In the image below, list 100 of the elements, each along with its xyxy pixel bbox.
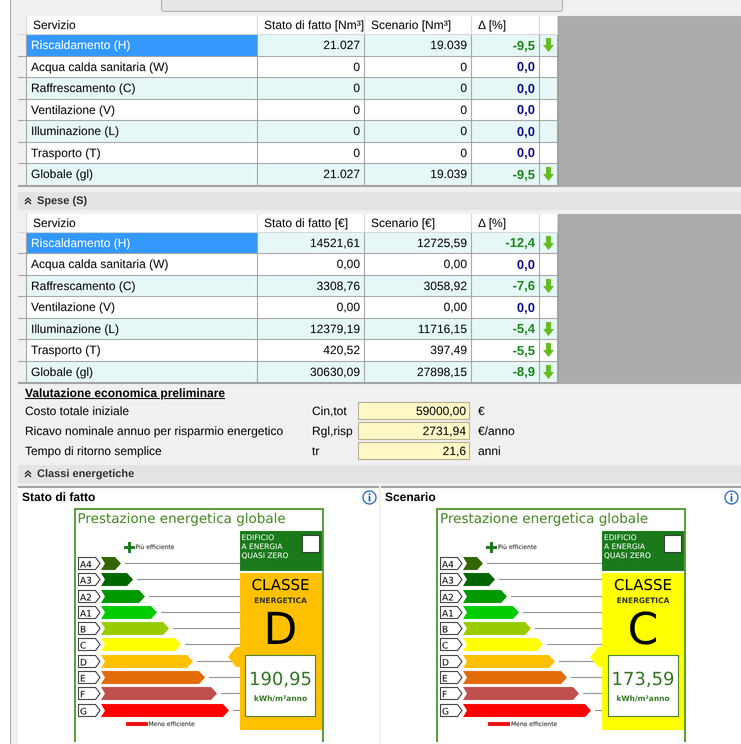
row-selector[interactable] <box>18 56 27 78</box>
table-cell: 0,0 <box>472 297 540 318</box>
column-header[interactable]: Servizio <box>27 16 258 35</box>
table-cell: 0 <box>365 56 472 78</box>
table-cell[interactable]: Globale (gl) <box>27 164 258 186</box>
unit-label: € <box>477 404 486 418</box>
down-arrow-icon <box>543 167 554 182</box>
class-tag: E <box>440 671 463 684</box>
table-cell: 0 <box>258 142 365 164</box>
table-cell: 14521,61 <box>258 232 365 254</box>
nzeb-checkbox[interactable] <box>302 535 320 553</box>
row-selector[interactable] <box>18 340 27 362</box>
table-cell: 0 <box>258 121 365 142</box>
table-cell: -5,5 <box>472 340 540 362</box>
table-cell[interactable]: Globale (gl) <box>27 362 258 383</box>
column-header <box>540 16 558 35</box>
collapse-icon[interactable] <box>24 196 32 204</box>
row-selector[interactable] <box>18 35 27 56</box>
down-arrow-icon <box>543 236 554 250</box>
table-cell[interactable]: Ventilazione (V) <box>27 100 258 121</box>
class-tag: F <box>78 687 100 700</box>
energy-value: 173,59 <box>612 669 674 690</box>
table-cell: 0 <box>258 100 365 121</box>
class-letter: D <box>264 607 298 653</box>
row-selector[interactable] <box>18 164 27 186</box>
table-cell: 30630,09 <box>258 362 365 383</box>
plus-icon <box>486 542 497 552</box>
table-cell[interactable]: Raffrescamento (C) <box>27 78 258 100</box>
section-title: Classi energetiche <box>37 468 134 480</box>
nzeb-checkbox[interactable] <box>664 535 682 553</box>
table-cell: 3058,92 <box>365 276 472 297</box>
row-selector[interactable] <box>18 100 27 121</box>
table-cell: 21.027 <box>258 35 365 56</box>
column-header[interactable]: Servizio <box>27 214 258 232</box>
table-cell: 0 <box>365 142 472 164</box>
class-tag: B <box>440 622 463 636</box>
class-tag: A3 <box>78 573 100 586</box>
table-cell: 0 <box>365 78 472 100</box>
table-cell: 0 <box>258 78 365 100</box>
table-cell[interactable]: Trasporto (T) <box>27 340 258 362</box>
table-cell[interactable]: Ventilazione (V) <box>27 297 258 318</box>
info-icon[interactable] <box>724 490 739 504</box>
column-header[interactable]: Δ [%] <box>472 16 540 35</box>
table-cell[interactable]: Trasporto (T) <box>27 142 258 164</box>
table-cell: 0,00 <box>258 297 365 318</box>
column-header[interactable]: Δ [%] <box>472 214 540 232</box>
column-header[interactable]: Scenario [Nm³] <box>365 16 472 35</box>
value-field[interactable]: 2731,94 <box>358 422 470 440</box>
table-cell: -5,4 <box>472 318 540 340</box>
row-selector[interactable] <box>18 318 27 340</box>
table-cell[interactable]: Acqua calda sanitaria (W) <box>27 254 258 276</box>
table-cell: 0,0 <box>472 121 540 142</box>
row-selector[interactable] <box>18 232 27 254</box>
panel-title: Scenario <box>385 490 436 504</box>
column-header <box>540 214 558 232</box>
dropdown-button[interactable] <box>161 0 563 12</box>
row-selector[interactable] <box>18 142 27 164</box>
table-cell: 0,0 <box>472 100 540 121</box>
class-tag: A1 <box>78 606 100 619</box>
row-selector[interactable] <box>18 78 27 100</box>
info-icon[interactable] <box>362 490 377 504</box>
class-tag: E <box>78 671 100 684</box>
label-title: Prestazione energetica globale <box>76 510 287 527</box>
table-cell: -12,4 <box>472 232 540 254</box>
class-tag: B <box>78 622 100 636</box>
symbol-label: Cin,tot <box>312 404 348 418</box>
table-cell: 19.039 <box>365 35 472 56</box>
table-cell[interactable]: Illuminazione (L) <box>27 121 258 142</box>
value-field[interactable]: 59000,00 <box>358 402 470 420</box>
table-cell[interactable]: Illuminazione (L) <box>27 318 258 340</box>
table-cell[interactable]: Raffrescamento (C) <box>27 276 258 297</box>
row-selector[interactable] <box>18 362 27 383</box>
column-header[interactable]: Stato di fatto [Nm³] <box>258 16 365 35</box>
column-header[interactable]: Stato di fatto [€] <box>258 214 365 232</box>
label-title: Prestazione energetica globale <box>439 510 650 527</box>
row-selector[interactable] <box>18 121 27 142</box>
table-cell: 0,0 <box>472 254 540 276</box>
down-arrow-icon <box>543 343 554 358</box>
unit-label: anni <box>477 444 502 458</box>
class-tag: A1 <box>440 606 463 619</box>
table-cell[interactable]: Acqua calda sanitaria (W) <box>27 56 258 78</box>
class-heading: CLASSE <box>252 576 310 594</box>
row-selector[interactable] <box>18 254 27 276</box>
down-arrow-icon <box>543 38 554 52</box>
row-selector[interactable] <box>18 276 27 297</box>
row-selector[interactable] <box>18 297 27 318</box>
table-cell: -9,5 <box>472 35 540 56</box>
table-cell: 11716,15 <box>365 318 472 340</box>
plus-icon <box>124 542 134 552</box>
collapse-icon[interactable] <box>24 470 32 478</box>
field-label: Costo totale iniziale <box>25 404 130 418</box>
symbol-label: tr <box>312 444 320 458</box>
table-cell: 0 <box>365 121 472 142</box>
table-cell: 0,0 <box>472 56 540 78</box>
column-header[interactable]: Scenario [€] <box>365 214 472 232</box>
down-arrow-icon <box>543 322 554 336</box>
class-tag: D <box>78 654 100 668</box>
class-tag: A2 <box>440 590 463 603</box>
table-cell: 420,52 <box>258 340 365 362</box>
value-field[interactable]: 21,6 <box>358 442 470 460</box>
